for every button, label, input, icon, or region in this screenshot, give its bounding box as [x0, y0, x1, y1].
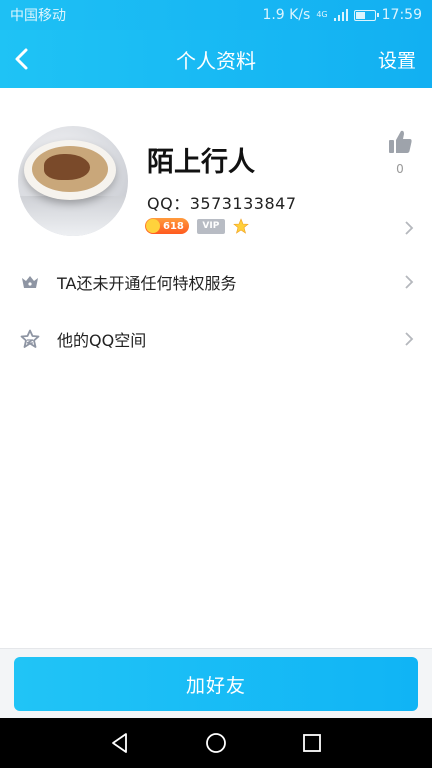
carrier-label: 中国移动 [10, 8, 66, 24]
system-nav-bar [0, 718, 432, 768]
recents-square-icon[interactable] [300, 731, 324, 755]
signal-icon [333, 9, 348, 21]
network-type: 4G [316, 10, 328, 19]
qzone-row[interactable]: 他的QQ空间 [0, 311, 432, 367]
avatar[interactable] [18, 126, 128, 236]
qzone-row-label: 他的QQ空间 [57, 331, 147, 350]
like-area[interactable]: 0 [384, 128, 416, 176]
star-icon [20, 329, 40, 348]
status-bar: 中国移动 1.9 K/s 4G 17:59 [0, 0, 432, 30]
privilege-row-label: TA还未开通任何特权服务 [57, 274, 237, 293]
back-button[interactable] [12, 44, 40, 74]
status-indicators: 1.9 K/s 4G 17:59 [262, 7, 422, 23]
qq-label: QQ： [147, 194, 190, 213]
badge-row: 618 VIP [145, 218, 249, 234]
bottom-action-bar: 加好友 [0, 648, 432, 718]
level-badge: 618 [145, 218, 189, 234]
settings-button[interactable]: 设置 [378, 46, 416, 73]
back-triangle-icon[interactable] [108, 731, 132, 755]
chevron-right-icon[interactable] [404, 220, 414, 236]
qq-number: 3573133847 [189, 194, 297, 213]
crown-icon [22, 276, 38, 288]
thumbs-up-icon[interactable] [386, 128, 414, 156]
privilege-row[interactable]: TA还未开通任何特权服务 [0, 254, 432, 310]
star-icon [233, 218, 249, 234]
clock: 17:59 [381, 7, 422, 23]
sun-icon [146, 219, 160, 233]
add-friend-button[interactable]: 加好友 [14, 657, 418, 711]
page-title: 个人资料 [176, 48, 256, 73]
network-speed: 1.9 K/s [262, 7, 311, 23]
qq-number-line: QQ：3573133847 [147, 190, 297, 214]
nickname: 陌上行人 [147, 147, 255, 178]
battery-icon [353, 9, 379, 21]
profile-header[interactable]: 陌上行人 QQ：3573133847 618 VIP 0 [0, 88, 432, 248]
empty-content-area [0, 360, 432, 648]
like-count: 0 [396, 162, 404, 176]
chevron-right-icon[interactable] [404, 331, 414, 347]
home-circle-icon[interactable] [204, 731, 228, 755]
nav-bar: 个人资料 设置 [0, 30, 432, 88]
vip-badge: VIP [196, 218, 225, 234]
level-value: 618 [163, 220, 184, 232]
chevron-right-icon[interactable] [404, 274, 414, 290]
